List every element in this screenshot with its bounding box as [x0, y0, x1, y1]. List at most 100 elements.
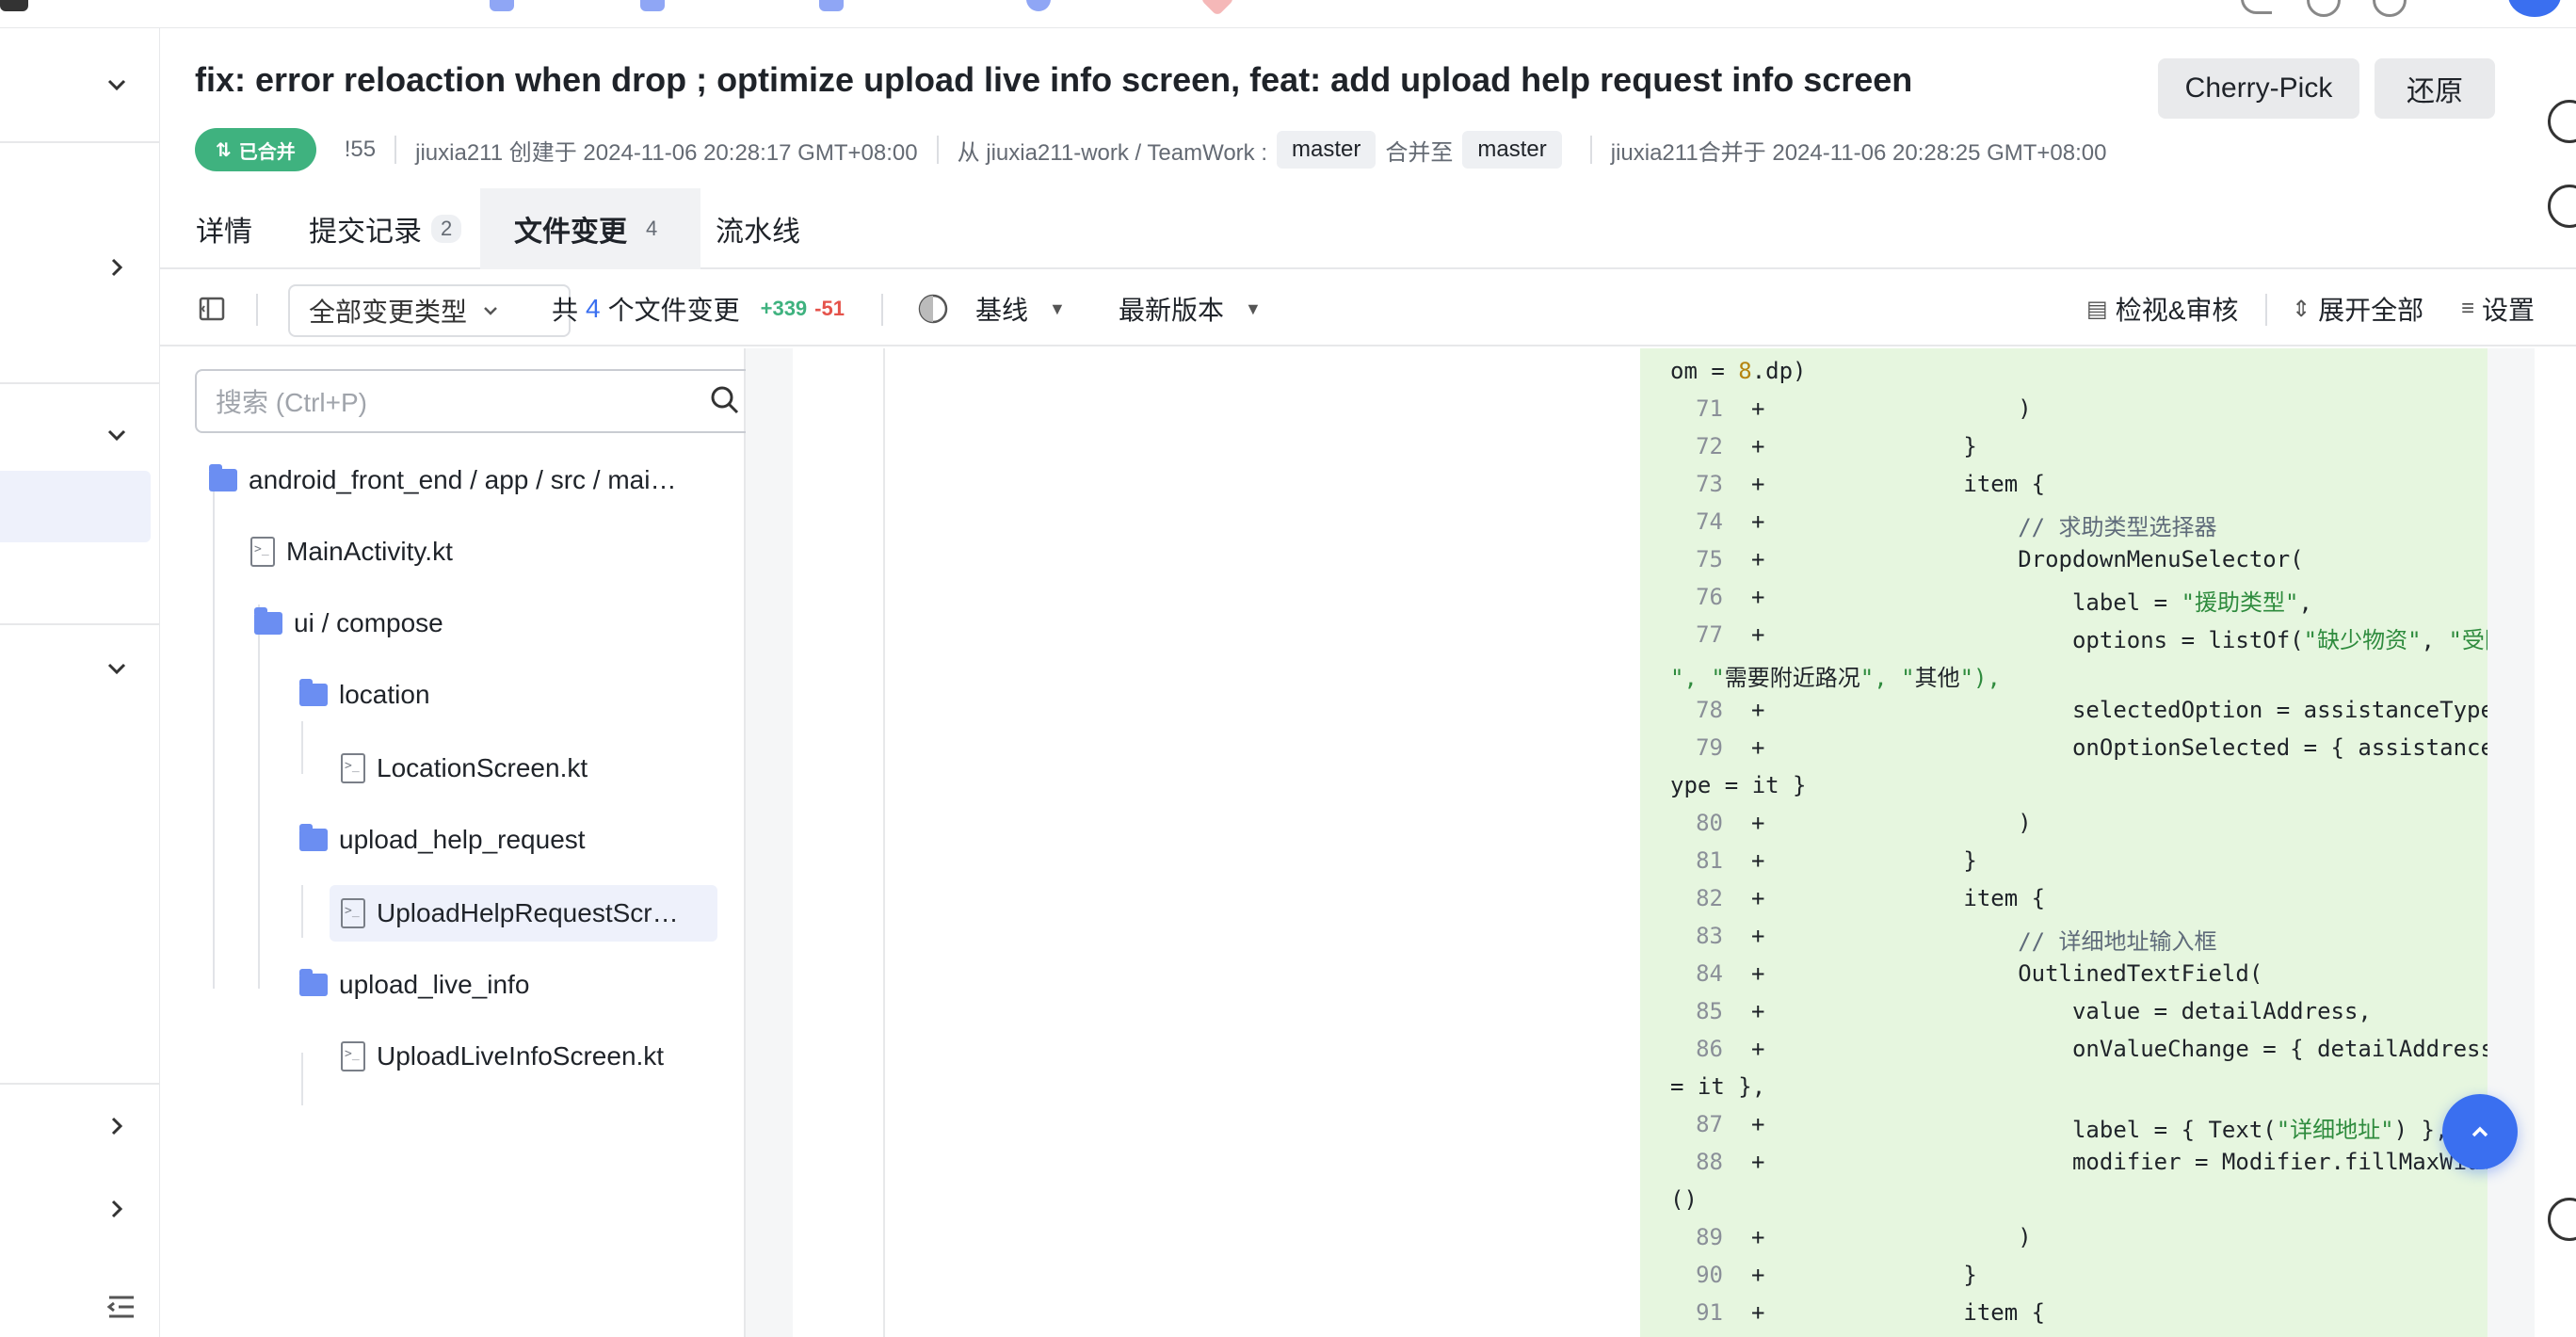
tab-commits[interactable]: 提交记录 2	[309, 188, 462, 269]
added-marker: +	[1751, 1111, 1765, 1137]
tree-file-mainactivity[interactable]: MainActivity.kt	[250, 524, 453, 580]
review-button[interactable]: ▤ 检视&审核	[2086, 271, 2238, 346]
mr-id[interactable]: !55	[345, 137, 376, 163]
nav-promo-icon[interactable]	[1199, 0, 1235, 17]
tree-item-label: upload_help_request	[339, 825, 586, 854]
code-text-wrapped: ", "需要附近路况", "其他"),	[1670, 665, 2001, 691]
merge-request-meta: ⇅ 已合并 !55 jiuxia211 创建于 2024-11-06 20:28…	[195, 126, 2107, 173]
toolbar-divider	[2265, 294, 2267, 326]
diff-line: 84 + OutlinedTextField(	[1640, 960, 2487, 998]
diff-line: 87 + label = { Text("详细地址") },	[1640, 1111, 2487, 1149]
toggle-tree-icon[interactable]	[198, 271, 226, 346]
tab-file-changes[interactable]: 文件变更 4	[480, 188, 701, 269]
added-marker: +	[1751, 697, 1765, 723]
help-icon[interactable]	[2548, 100, 2576, 143]
sidebar-selected-item[interactable]	[0, 471, 151, 542]
tree-item-label: MainActivity.kt	[286, 537, 453, 566]
diff-line: 71 + )	[1640, 395, 2487, 433]
line-number: 90	[1696, 1262, 1723, 1288]
code-string: "详细地址"	[2276, 1117, 2394, 1143]
change-type-select[interactable]: 全部变更类型	[288, 284, 571, 337]
expand-all-button[interactable]: ⇕ 展开全部	[2292, 271, 2423, 346]
chevron-down-icon[interactable]	[98, 66, 136, 104]
added-marker: +	[1751, 621, 1765, 648]
tree-file-uploadliveinfo[interactable]: UploadLiveInfoScreen.kt	[341, 1028, 664, 1085]
added-marker: +	[1751, 1262, 1765, 1288]
settings-button[interactable]: ≡ 设置	[2461, 271, 2535, 346]
source-branch[interactable]: master	[1277, 131, 1377, 169]
tree-folder-upload-live-info[interactable]: upload_live_info	[299, 957, 529, 1013]
code-string: ", "	[1860, 665, 1915, 691]
tab-label: 文件变更	[514, 217, 627, 248]
added-marker: +	[1751, 810, 1765, 836]
toolbar-divider	[881, 294, 883, 326]
tree-folder-root[interactable]: android_front_end / app / src / mai…	[209, 452, 676, 508]
nav-home-icon[interactable]	[490, 0, 514, 11]
diff-line: = it },	[1640, 1073, 2487, 1111]
tree-item-label: upload_live_info	[339, 970, 530, 999]
latest-version-select[interactable]: 最新版本 ▼	[1119, 271, 1262, 346]
tree-file-uploadhelprequest[interactable]: UploadHelpRequestScr…	[330, 885, 717, 942]
added-marker: +	[1751, 734, 1765, 761]
file-search-input[interactable]: 搜索 (Ctrl+P)	[195, 369, 756, 433]
nav-link-icon[interactable]	[2241, 0, 2272, 14]
code-text: item {	[1800, 471, 2046, 497]
cherry-pick-button[interactable]: Cherry-Pick	[2158, 58, 2359, 119]
code-text: value = detailAddress,	[1800, 998, 2372, 1024]
tree-file-locationscreen[interactable]: LocationScreen.kt	[341, 740, 588, 797]
chevron-right-icon[interactable]	[98, 1107, 136, 1145]
user-avatar[interactable]	[2508, 0, 2561, 17]
search-icon[interactable]	[709, 384, 741, 416]
chevron-up-icon	[2471, 1126, 2488, 1137]
status-badge: ⇅ 已合并	[195, 128, 316, 171]
status-label: 已合并	[238, 141, 296, 163]
theme-toggle-icon[interactable]	[917, 271, 949, 346]
diff-line: 82 + item {	[1640, 885, 2487, 923]
additions-count: +339	[760, 297, 808, 320]
tab-pipeline[interactable]: 流水线	[716, 188, 800, 269]
chevron-down-icon[interactable]	[98, 650, 136, 687]
nav-service-icon[interactable]	[1026, 0, 1051, 11]
tree-folder-location[interactable]: location	[299, 667, 430, 723]
baseline-select[interactable]: 基线 ▼	[975, 271, 1066, 346]
target-branch[interactable]: master	[1462, 131, 1562, 169]
nav-help-icon[interactable]	[2307, 0, 2341, 17]
code-string: ", "	[1670, 665, 1725, 691]
line-number: 78	[1696, 697, 1723, 723]
nav-notification-icon[interactable]	[2373, 0, 2407, 17]
tree-folder-ui-compose[interactable]: ui / compose	[254, 595, 443, 652]
nav-data-icon[interactable]	[819, 0, 844, 11]
tab-details[interactable]: 详情	[196, 188, 252, 269]
diff-line: 77 + options = listOf("缺少物资", "受困	[1640, 621, 2507, 659]
code-text: options = listOf("缺少物资", "受困	[1800, 627, 2507, 653]
code-text: }	[1800, 1262, 1977, 1288]
tree-folder-upload-help-request[interactable]: upload_help_request	[299, 812, 586, 868]
added-marker: +	[1751, 471, 1765, 497]
collapse-sidebar-icon[interactable]	[102, 1288, 139, 1326]
tree-item-label: android_front_end / app / src / mai…	[249, 465, 677, 494]
code-string: "援助类型"	[2181, 589, 2299, 616]
app-logo-icon[interactable]	[0, 0, 28, 11]
line-number: 91	[1696, 1299, 1723, 1326]
code-text: label = { Text("详细地址") },	[1800, 1117, 2449, 1143]
tree-guide	[258, 604, 260, 989]
chevron-down-icon	[484, 307, 497, 315]
caret-down-icon: ▼	[1049, 298, 1066, 318]
chevron-right-icon[interactable]	[98, 1190, 136, 1228]
diff-line: 74 + // 求助类型选择器	[1640, 508, 2487, 546]
line-number: 81	[1696, 847, 1723, 874]
panel-gutter	[746, 348, 793, 1337]
chevron-down-icon[interactable]	[98, 416, 136, 454]
summary-count: 4	[586, 294, 601, 323]
revert-button[interactable]: 还原	[2375, 58, 2495, 119]
chevron-right-icon[interactable]	[98, 249, 136, 286]
diff-scrollbar-track[interactable]	[2487, 348, 2535, 1337]
diff-line: 88 + modifier = Modifier.fillMaxWidth	[1640, 1149, 2507, 1186]
code-text-wrapped: ()	[1670, 1186, 1698, 1213]
added-marker: +	[1751, 546, 1765, 572]
nav-workbench-icon[interactable]	[640, 0, 665, 11]
scroll-to-top-button[interactable]	[2442, 1094, 2518, 1169]
settings-label: 设置	[2482, 296, 2536, 325]
settings-icon: ≡	[2461, 296, 2475, 321]
added-marker: +	[1751, 1036, 1765, 1062]
